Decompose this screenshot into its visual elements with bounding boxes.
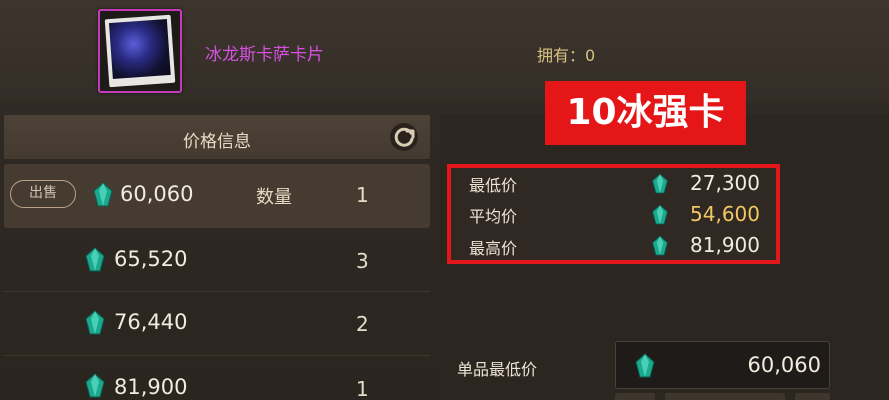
listing-qty: 1 (356, 377, 369, 400)
unit-min-price-label: 单品最低价 (457, 360, 538, 379)
price-stats-box: 最低价 27,300 平均价 54,600 最高价 81,900 (447, 164, 780, 264)
unit-min-price-field[interactable]: 60,060 (615, 341, 830, 389)
row-divider (4, 291, 430, 292)
item-name: 冰龙斯卡萨卡片 (205, 45, 324, 65)
listing-price: 76,440 (114, 310, 188, 334)
item-thumbnail[interactable] (98, 9, 182, 93)
price-panel-header: 价格信息 (4, 115, 430, 159)
gem-icon (85, 310, 105, 335)
listing-price: 60,060 (120, 182, 194, 206)
min-price-value: 27,300 (690, 171, 760, 195)
gem-icon (652, 204, 668, 225)
control-stub[interactable] (615, 393, 655, 400)
listing-price: 65,520 (114, 247, 188, 271)
listing-row[interactable]: 81,900 1 (4, 357, 430, 400)
min-price-label: 最低价 (469, 176, 518, 195)
quantity-label: 数量 (256, 187, 292, 208)
control-stub[interactable] (665, 393, 785, 400)
item-header: 冰龙斯卡萨卡片 拥有：0 (0, 0, 889, 103)
listing-row[interactable]: 出售 60,060 数量 1 (4, 164, 430, 228)
market-item-screen: 冰龙斯卡萨卡片 拥有：0 价格信息 出售 60,060 数量 1 65,520 … (0, 0, 889, 400)
gem-icon (652, 173, 668, 194)
avg-price-label: 平均价 (469, 207, 518, 226)
owned-count: 拥有：0 (537, 46, 596, 65)
price-panel: 价格信息 出售 60,060 数量 1 65,520 3 76,440 2 81… (4, 115, 430, 400)
listing-row[interactable]: 65,520 3 (4, 230, 430, 292)
gem-icon (85, 247, 105, 272)
gem-icon (85, 373, 105, 398)
gem-icon (652, 235, 668, 256)
listing-qty: 3 (356, 249, 369, 273)
unit-min-price-value: 60,060 (747, 353, 821, 377)
listing-row[interactable]: 76,440 2 (4, 293, 430, 355)
gem-icon (93, 182, 113, 207)
max-price-label: 最高价 (469, 239, 518, 258)
card-image (104, 14, 176, 88)
row-divider (4, 355, 430, 356)
sell-button[interactable]: 出售 (10, 180, 76, 208)
annotation-banner: 10冰强卡 (545, 81, 746, 145)
max-price-value: 81,900 (690, 233, 760, 257)
avg-price-value: 54,600 (690, 202, 760, 226)
control-stub[interactable] (795, 393, 830, 400)
refresh-icon[interactable] (389, 122, 419, 152)
gem-icon (635, 353, 655, 378)
listing-qty: 1 (356, 183, 369, 207)
listing-price: 81,900 (114, 375, 188, 399)
listing-qty: 2 (356, 312, 369, 336)
price-panel-title: 价格信息 (183, 132, 251, 152)
